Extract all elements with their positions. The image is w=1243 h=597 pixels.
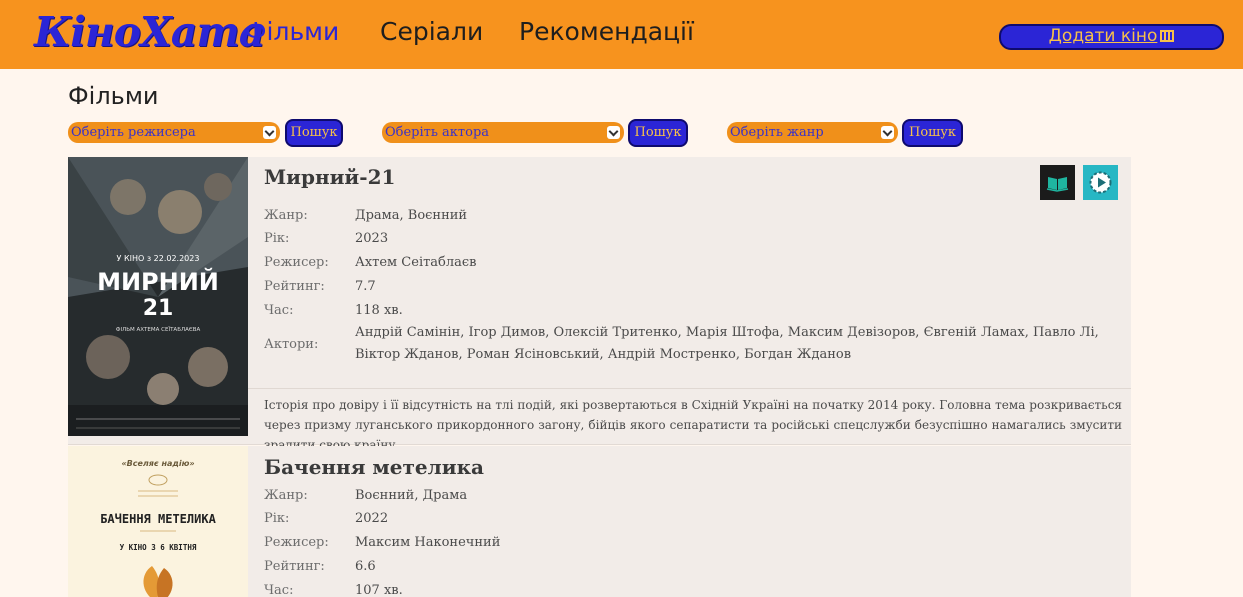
- actor-select[interactable]: Оберіть актора: [382, 122, 624, 143]
- time-label: Час:: [264, 583, 294, 597]
- book-icon[interactable]: [1040, 165, 1075, 200]
- director-value: Максим Наконечний: [355, 535, 501, 550]
- page-title: Фільми: [68, 82, 159, 110]
- actor-select-value: Оберіть актора: [385, 125, 490, 140]
- genre-select[interactable]: Оберіть жанр: [727, 122, 898, 143]
- time-label: Час:: [264, 303, 294, 318]
- poster-number: 21: [143, 296, 174, 321]
- film-poster[interactable]: У КІНО з 22.02.2023 МИРНИЙ 21 ФІЛЬМ АХТЕ…: [68, 157, 248, 436]
- genre-label: Жанр:: [264, 488, 308, 503]
- chevron-down-icon: [263, 126, 276, 139]
- time-value: 118 хв.: [355, 303, 403, 318]
- director-select-value: Оберіть режисера: [71, 125, 196, 140]
- film-title[interactable]: Мирний-21: [264, 165, 395, 189]
- film-title[interactable]: Бачення метелика: [264, 455, 484, 479]
- director-value: Ахтем Сеітаблаєв: [355, 255, 477, 270]
- card-divider: [248, 388, 1131, 389]
- year-label: Рік:: [264, 231, 290, 246]
- genre-search-button[interactable]: Пошук: [902, 119, 963, 147]
- genre-select-value: Оберіть жанр: [730, 125, 824, 140]
- film-card[interactable]: У КІНО з 22.02.2023 МИРНИЙ 21 ФІЛЬМ АХТЕ…: [68, 157, 1131, 452]
- director-select[interactable]: Оберіть режисера: [68, 122, 280, 143]
- poster-tagline: «Вселяє надію»: [121, 458, 194, 468]
- genre-label: Жанр:: [264, 208, 308, 223]
- genre-value: Воєнний, Драма: [355, 488, 468, 503]
- actor-search-button[interactable]: Пошук: [628, 119, 688, 147]
- rating-value: 6.6: [355, 559, 376, 574]
- genre-value: Драма, Воєнний: [355, 208, 468, 223]
- director-label: Режисер:: [264, 255, 329, 270]
- director-search-button[interactable]: Пошук: [285, 119, 343, 147]
- actors-value: Андрій Самінін, Ігор Димов, Олексій Трит…: [355, 325, 1099, 362]
- film-card[interactable]: «Вселяє надію» БАЧЕННЯ МЕТЕЛИКА У КІНО З…: [68, 446, 1131, 597]
- poster-date: У КІНО з 22.02.2023: [117, 254, 200, 263]
- add-film-button[interactable]: Додати кіно: [999, 24, 1224, 50]
- add-film-label: Додати кіно: [1048, 26, 1158, 46]
- rating-label: Рейтинг:: [264, 279, 325, 294]
- chevron-down-icon: [607, 126, 620, 139]
- play-icon[interactable]: [1083, 165, 1118, 200]
- chevron-down-icon: [881, 126, 894, 139]
- nav-films[interactable]: Фільми: [245, 17, 339, 46]
- site-header: КіноХата Фільми Серіали Рекомендації Дод…: [0, 0, 1243, 69]
- film-poster[interactable]: «Вселяє надію» БАЧЕННЯ МЕТЕЛИКА У КІНО З…: [68, 446, 248, 597]
- director-label: Режисер:: [264, 535, 329, 550]
- time-value: 107 хв.: [355, 583, 403, 597]
- poster-title: БАЧЕННЯ МЕТЕЛИКА: [100, 512, 216, 526]
- nav-series[interactable]: Серіали: [380, 17, 483, 46]
- poster-title: МИРНИЙ: [97, 267, 219, 296]
- rating-value: 7.7: [355, 279, 376, 294]
- film-icon: [1160, 30, 1175, 42]
- actors-label: Актори:: [264, 337, 319, 352]
- nav-recommendations[interactable]: Рекомендації: [519, 17, 694, 46]
- poster-release: У КІНО З 6 КВІТНЯ: [120, 543, 197, 552]
- poster-subtitle: ФІЛЬМ АХТЕМА СЕЇТАБЛАЄВА: [116, 326, 201, 333]
- rating-label: Рейтинг:: [264, 559, 325, 574]
- year-value: 2022: [355, 511, 389, 526]
- year-label: Рік:: [264, 511, 290, 526]
- site-logo[interactable]: КіноХата: [34, 8, 265, 56]
- year-value: 2023: [355, 231, 389, 246]
